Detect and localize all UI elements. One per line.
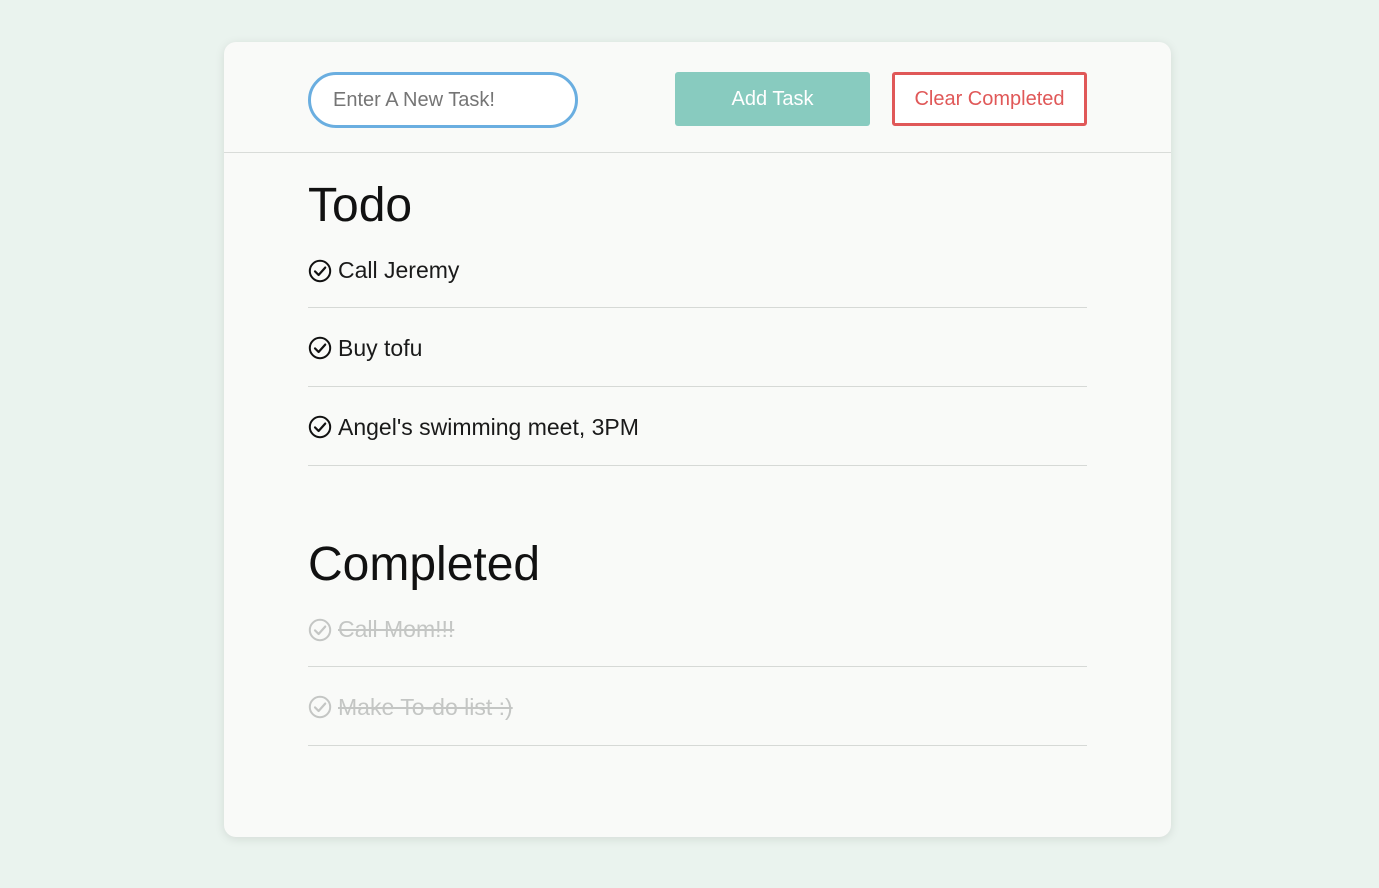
todo-heading: Todo: [308, 179, 413, 232]
check-circle-icon[interactable]: [308, 259, 332, 283]
todo-section: Todo Call Jeremy Buy tofu Angel's swimmi…: [308, 178, 1087, 466]
check-circle-icon[interactable]: [308, 618, 332, 642]
completed-section: Completed Call Mom!!! Make To-do list:): [308, 537, 1087, 746]
todo-item[interactable]: Angel's swimming meet, 3PM: [308, 387, 1087, 466]
todo-item[interactable]: Buy tofu: [308, 308, 1087, 387]
check-circle-icon[interactable]: [308, 415, 332, 439]
completed-item[interactable]: Make To-do list :): [308, 667, 1087, 746]
task-label: Angel's swimming meet, 3PM: [338, 413, 639, 440]
clear-completed-button[interactable]: Clear Completed: [892, 72, 1087, 126]
task-entry-header: Add Task Clear Completed: [224, 42, 1171, 153]
task-label: Call Jeremy: [338, 257, 460, 283]
todo-card: Add Task Clear Completed Todo Call Jerem…: [224, 42, 1171, 837]
todo-list: Call Jeremy Buy tofu Angel's swimming me…: [308, 234, 1087, 466]
task-label: Buy tofu: [338, 334, 423, 361]
new-task-input[interactable]: [308, 72, 578, 128]
task-label: Make To-do list :): [338, 693, 513, 720]
check-circle-icon[interactable]: [308, 695, 332, 719]
add-task-button[interactable]: Add Task: [675, 72, 870, 126]
completed-item[interactable]: Call Mom!!!: [308, 593, 1087, 667]
completed-heading: Completed: [308, 538, 541, 591]
task-label: Call Mom!!!: [338, 616, 455, 642]
completed-list: Call Mom!!! Make To-do list :): [308, 593, 1087, 746]
check-circle-icon[interactable]: [308, 336, 332, 360]
todo-item[interactable]: Call Jeremy: [308, 234, 1087, 308]
